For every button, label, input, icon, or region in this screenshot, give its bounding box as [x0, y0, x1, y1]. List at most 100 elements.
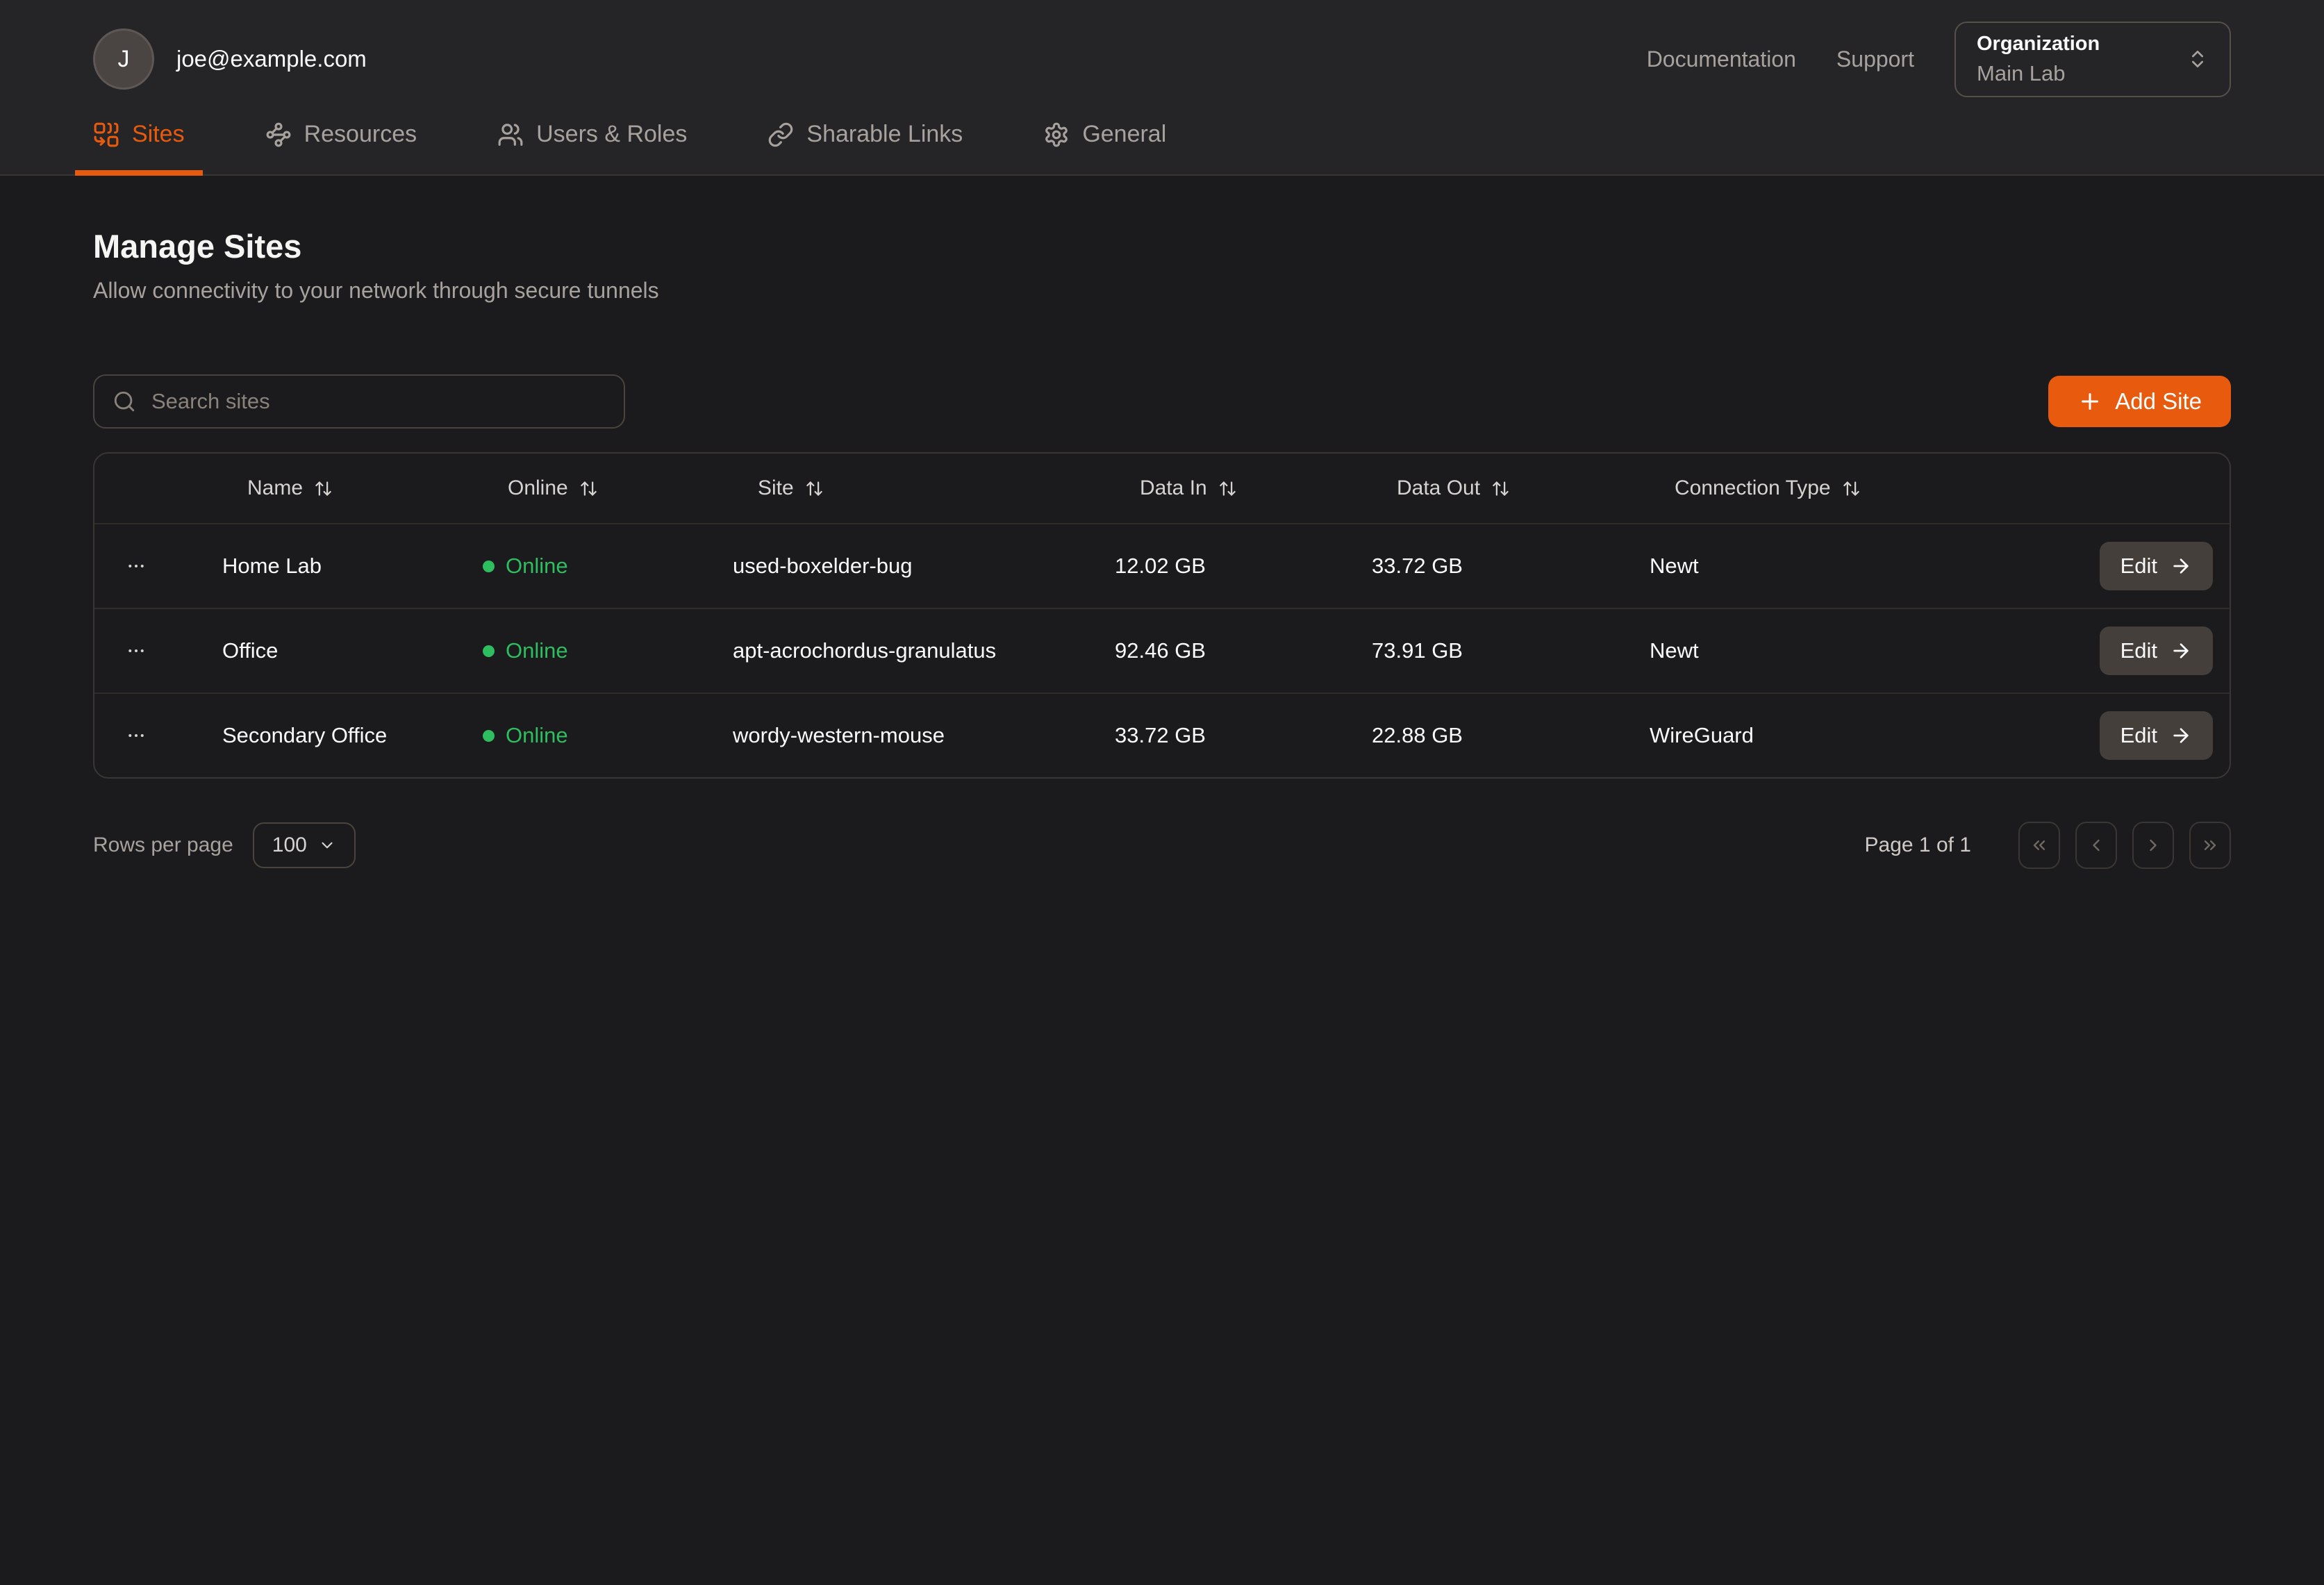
data-out-cell: 33.72 GB	[1369, 554, 1647, 579]
column-label: Name	[247, 476, 303, 500]
nav-support-link[interactable]: Support	[1836, 47, 1914, 72]
header-nav: Documentation Support Organization Main …	[1647, 22, 2231, 97]
data-in-cell: 12.02 GB	[1112, 554, 1369, 579]
column-header-online[interactable]: Online	[480, 476, 730, 500]
edit-button-label: Edit	[2120, 723, 2157, 748]
next-page-button[interactable]	[2132, 822, 2174, 869]
sort-icon	[805, 479, 824, 498]
add-site-button[interactable]: Add Site	[2048, 376, 2231, 427]
table-header-row: Name Online Site Data In Data Out Connec…	[94, 454, 2230, 523]
tab-label: Sharable Links	[806, 121, 963, 148]
data-out-cell: 22.88 GB	[1369, 723, 1647, 748]
user-info: J joe@example.com	[93, 28, 367, 90]
organization-selector[interactable]: Organization Main Lab	[1954, 22, 2231, 97]
first-page-button[interactable]	[2018, 822, 2060, 869]
sort-icon	[1218, 479, 1237, 498]
previous-page-button[interactable]	[2075, 822, 2117, 869]
site-id-cell: wordy-western-mouse	[730, 723, 1112, 748]
user-avatar[interactable]: J	[93, 28, 154, 90]
column-header-site[interactable]: Site	[730, 476, 1112, 500]
edit-cell: Edit	[2100, 542, 2213, 590]
data-in-cell: 33.72 GB	[1112, 723, 1369, 748]
tab-general[interactable]: General	[1025, 104, 1184, 176]
edit-cell: Edit	[2100, 711, 2213, 760]
online-dot	[483, 645, 495, 657]
online-dot	[483, 561, 495, 572]
rows-per-page-value: 100	[272, 833, 307, 857]
chevrons-right-icon	[2200, 836, 2220, 855]
data-out-cell: 73.91 GB	[1369, 638, 1647, 663]
site-name-cell: Office	[219, 638, 480, 663]
row-menu-button[interactable]	[94, 640, 219, 661]
search-box	[93, 374, 625, 429]
row-menu-button[interactable]	[94, 725, 219, 746]
online-status-label: Online	[506, 638, 568, 663]
pagination-bar: Rows per page 100 Page 1 of 1	[93, 822, 2231, 869]
sort-icon	[1842, 479, 1861, 498]
sort-icon	[579, 479, 598, 498]
tab-bar: Sites Resources Users & Roles Sharable L…	[0, 104, 2324, 174]
tab-resources[interactable]: Resources	[247, 104, 435, 176]
organization-selector-text: Organization Main Lab	[1977, 33, 2100, 86]
online-status-cell: Online	[480, 638, 730, 663]
arrow-right-icon	[2170, 555, 2192, 577]
last-page-button[interactable]	[2189, 822, 2231, 869]
column-header-connection-type[interactable]: Connection Type	[1647, 476, 2056, 500]
column-header-data-out[interactable]: Data Out	[1369, 476, 1647, 500]
plus-icon	[2077, 389, 2102, 414]
chevron-right-icon	[2143, 836, 2163, 855]
avatar-initial: J	[118, 46, 130, 73]
main-content: Manage Sites Allow connectivity to your …	[0, 227, 2324, 869]
online-status-label: Online	[506, 723, 568, 748]
online-status-label: Online	[506, 554, 568, 579]
chevrons-left-icon	[2030, 836, 2049, 855]
site-name-cell: Home Lab	[219, 554, 480, 579]
edit-button[interactable]: Edit	[2100, 626, 2213, 675]
table-row: Secondary Office Online wordy-western-mo…	[94, 692, 2230, 777]
site-name-cell: Secondary Office	[219, 723, 480, 748]
chevron-left-icon	[2086, 836, 2106, 855]
online-status-cell: Online	[480, 723, 730, 748]
tab-label: General	[1082, 121, 1166, 148]
tab-users-roles[interactable]: Users & Roles	[479, 104, 705, 176]
edit-cell: Edit	[2100, 626, 2213, 675]
gear-icon	[1043, 122, 1070, 148]
nav-documentation-link[interactable]: Documentation	[1647, 47, 1796, 72]
edit-button[interactable]: Edit	[2100, 711, 2213, 760]
column-label: Data Out	[1397, 476, 1480, 500]
combine-icon	[93, 122, 119, 148]
online-status-cell: Online	[480, 554, 730, 579]
row-menu-button[interactable]	[94, 556, 219, 576]
tab-sharable-links[interactable]: Sharable Links	[749, 104, 981, 176]
chevrons-up-down-icon	[2186, 48, 2209, 70]
ellipsis-icon	[126, 725, 219, 746]
tab-label: Resources	[304, 121, 417, 148]
column-header-data-in[interactable]: Data In	[1112, 476, 1369, 500]
connection-type-cell: Newt	[1647, 554, 2056, 579]
chevron-down-icon	[318, 836, 336, 854]
search-icon	[113, 390, 136, 413]
organization-label: Organization	[1977, 33, 2100, 56]
tab-sites[interactable]: Sites	[75, 104, 203, 176]
toolbar: Add Site	[93, 374, 2231, 429]
header-top-row: J joe@example.com Documentation Support …	[0, 0, 2324, 104]
column-label: Online	[508, 476, 568, 500]
connection-type-cell: WireGuard	[1647, 723, 2056, 748]
organization-value: Main Lab	[1977, 61, 2100, 86]
sort-icon	[1491, 479, 1510, 498]
rows-per-page-select[interactable]: 100	[253, 822, 356, 868]
search-input[interactable]	[151, 389, 606, 414]
site-id-cell: used-boxelder-bug	[730, 554, 1112, 579]
column-header-name[interactable]: Name	[219, 476, 480, 500]
ellipsis-icon	[126, 556, 219, 576]
tab-label: Sites	[132, 121, 185, 148]
rows-per-page-label: Rows per page	[93, 833, 233, 857]
table-row: Home Lab Online used-boxelder-bug 12.02 …	[94, 523, 2230, 608]
app-header: J joe@example.com Documentation Support …	[0, 0, 2324, 176]
sites-table: Name Online Site Data In Data Out Connec…	[93, 452, 2231, 779]
edit-button[interactable]: Edit	[2100, 542, 2213, 590]
pager-buttons	[2018, 822, 2231, 869]
users-icon	[497, 122, 524, 148]
ellipsis-icon	[126, 640, 219, 661]
pager-controls: Page 1 of 1	[1865, 822, 2231, 869]
